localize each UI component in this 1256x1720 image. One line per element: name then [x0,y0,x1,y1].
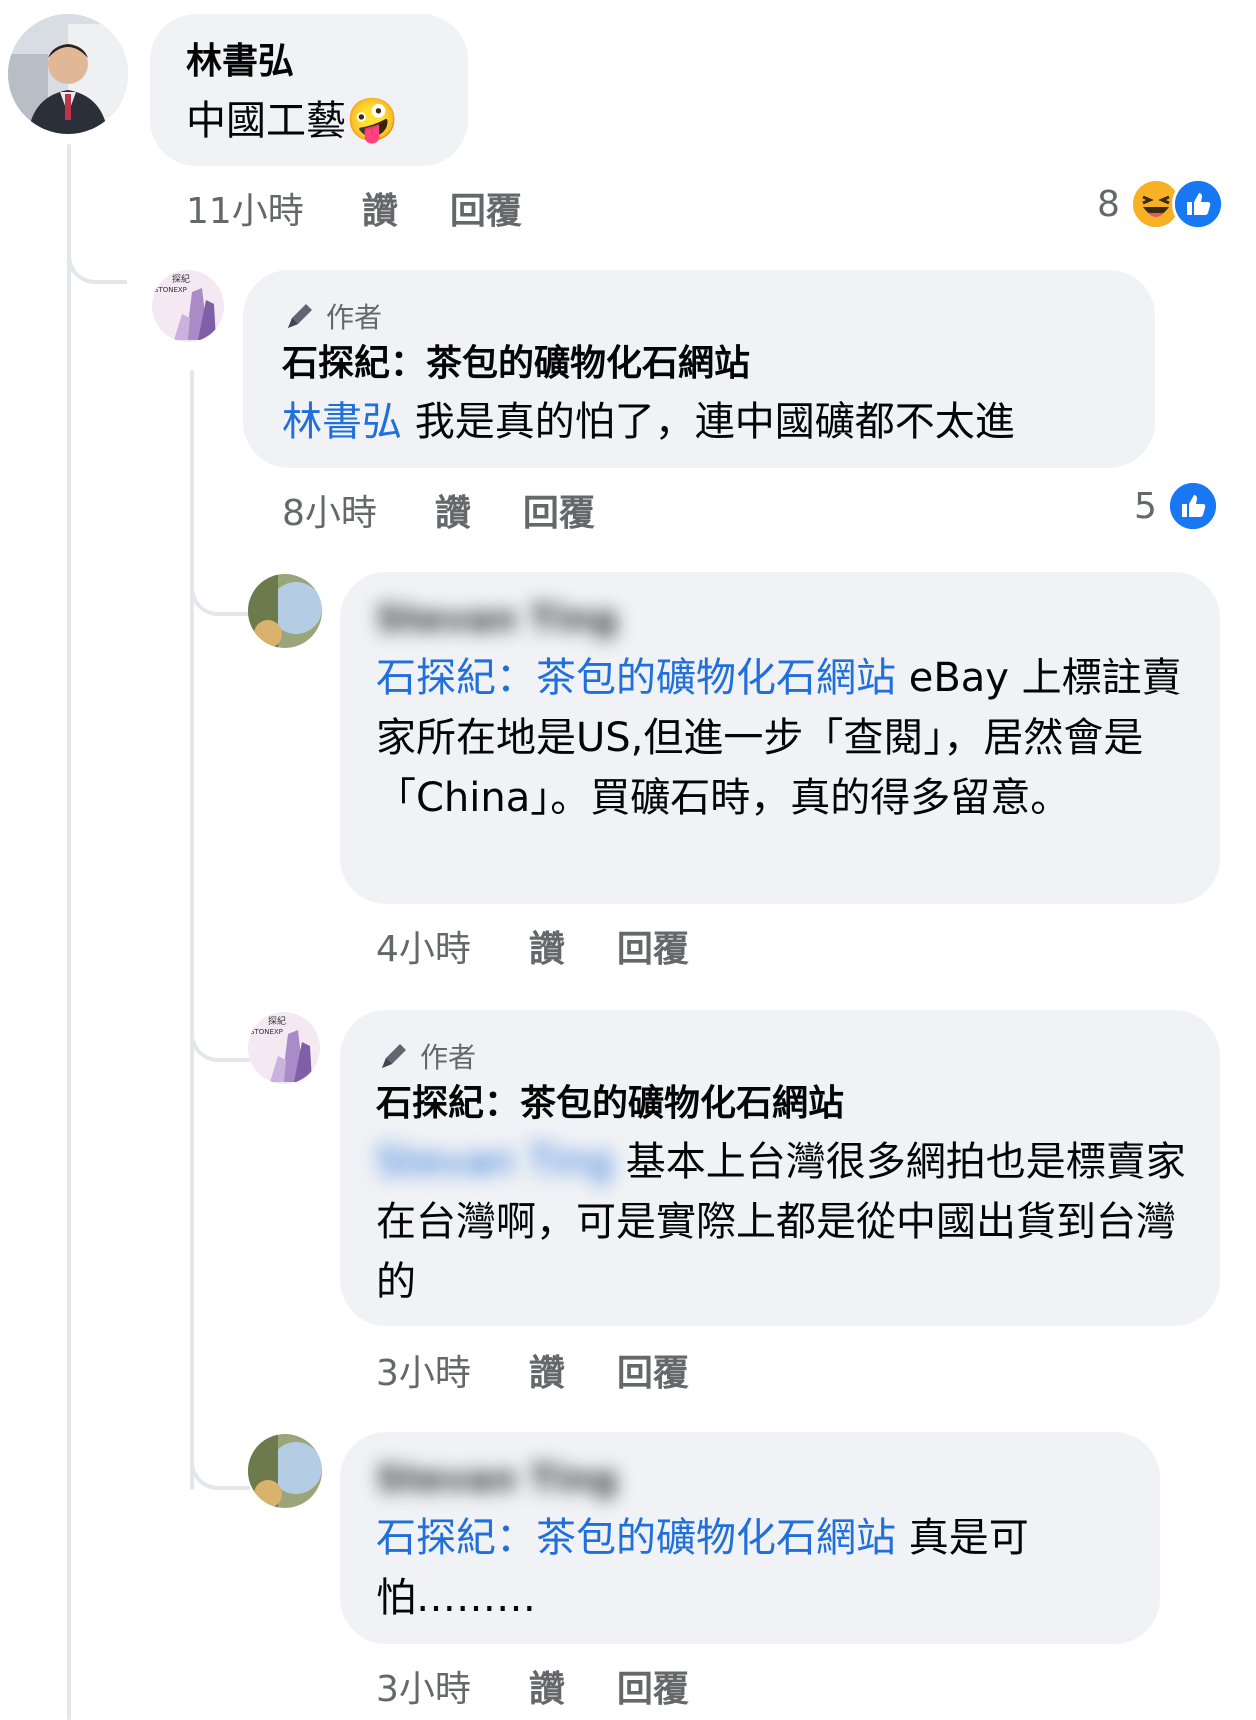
comment-text: 中國工藝🤪 [186,90,398,151]
like-button[interactable]: 讚 [362,182,398,234]
comment-text: 石探紀：茶包的礦物化石網站 真是可怕……… [376,1508,1132,1628]
author-badge-label: 作者 [326,301,383,334]
comment-author[interactable]: Stevan Ting [376,1458,618,1502]
thread-elbow-3 [190,1006,250,1062]
mention-link[interactable]: 石探紀：茶包的礦物化石網站 [376,655,896,701]
comment-meta: 3小時 讚 回覆 [376,1344,741,1396]
thread-line-main [67,144,71,1720]
author-badge: 作者 [376,1036,476,1076]
comment-meta: 11小時 讚 回覆 [186,182,574,234]
avatar[interactable] [8,14,128,134]
comment-meta: 3小時 讚 回覆 [376,1660,741,1712]
thread-elbow-2 [190,560,250,616]
comment-text: Stevan Ting 基本上台灣很多網拍也是標賣家在台灣啊，可是實際上都是從中… [376,1132,1192,1312]
avatar[interactable] [248,574,322,648]
comment-text: 石探紀：茶包的礦物化石網站 eBay 上標註賣家所在地是US,但進一步「查閱」，… [376,648,1192,828]
reaction-summary[interactable]: 8 [1097,178,1224,230]
comment-text-body: 我是真的怕了，連中國礦都不太進 [402,399,1015,445]
reply-button[interactable]: 回覆 [523,484,595,536]
comment-meta: 4小時 讚 回覆 [376,920,741,972]
reply-button[interactable]: 回覆 [450,182,522,234]
reply-button[interactable]: 回覆 [617,1344,689,1396]
like-button[interactable]: 讚 [529,1660,565,1712]
avatar[interactable] [248,1434,322,1508]
mention-link[interactable]: 林書弘 [282,399,402,445]
timestamp[interactable]: 3小時 [376,1344,471,1396]
comment-meta: 8小時 讚 回覆 [282,484,647,536]
reply-button[interactable]: 回覆 [617,1660,689,1712]
like-react-icon [1171,178,1224,230]
thread-line-replies [190,370,194,1490]
reaction-count: 5 [1134,485,1157,527]
like-react-icon [1166,480,1219,532]
comment-text: 林書弘 我是真的怕了，連中國礦都不太進 [282,392,1015,452]
like-button[interactable]: 讚 [529,1344,565,1396]
thread-elbow-1 [67,230,127,284]
thread-elbow-4 [190,1434,250,1490]
svg-text:STONEXP: STONEXP [250,1028,283,1036]
reaction-count: 8 [1097,183,1120,225]
timestamp[interactable]: 3小時 [376,1660,471,1712]
comment-text-body: 中國工藝 [186,98,346,144]
pen-icon [288,304,312,328]
author-badge-label: 作者 [420,1041,477,1074]
reply-button[interactable]: 回覆 [617,920,689,972]
avatar[interactable]: 探紀 STONEXP [248,1012,320,1084]
comment-author[interactable]: Stevan Ting [376,598,618,642]
comment-author[interactable]: 石探紀：茶包的礦物化石網站 [376,1082,844,1126]
like-button[interactable]: 讚 [435,484,471,536]
svg-text:探紀: 探紀 [172,273,190,285]
like-button[interactable]: 讚 [529,920,565,972]
svg-text:STONEXP: STONEXP [154,286,187,294]
timestamp[interactable]: 4小時 [376,920,471,972]
comment-author[interactable]: 石探紀：茶包的礦物化石網站 [282,342,750,386]
mention-link[interactable]: 石探紀：茶包的礦物化石網站 [376,1515,896,1561]
comment-author[interactable]: 林書弘 [186,40,294,84]
mention-link[interactable]: Stevan Ting [376,1139,613,1185]
author-badge: 作者 [282,296,382,336]
pen-icon [382,1044,406,1068]
avatar[interactable]: 探紀 STONEXP [152,270,224,342]
zany-face-emoji: 🤪 [346,95,399,144]
reaction-summary[interactable]: 5 [1134,480,1219,532]
timestamp[interactable]: 11小時 [186,182,304,234]
svg-text:探紀: 探紀 [268,1015,286,1027]
timestamp[interactable]: 8小時 [282,484,377,536]
